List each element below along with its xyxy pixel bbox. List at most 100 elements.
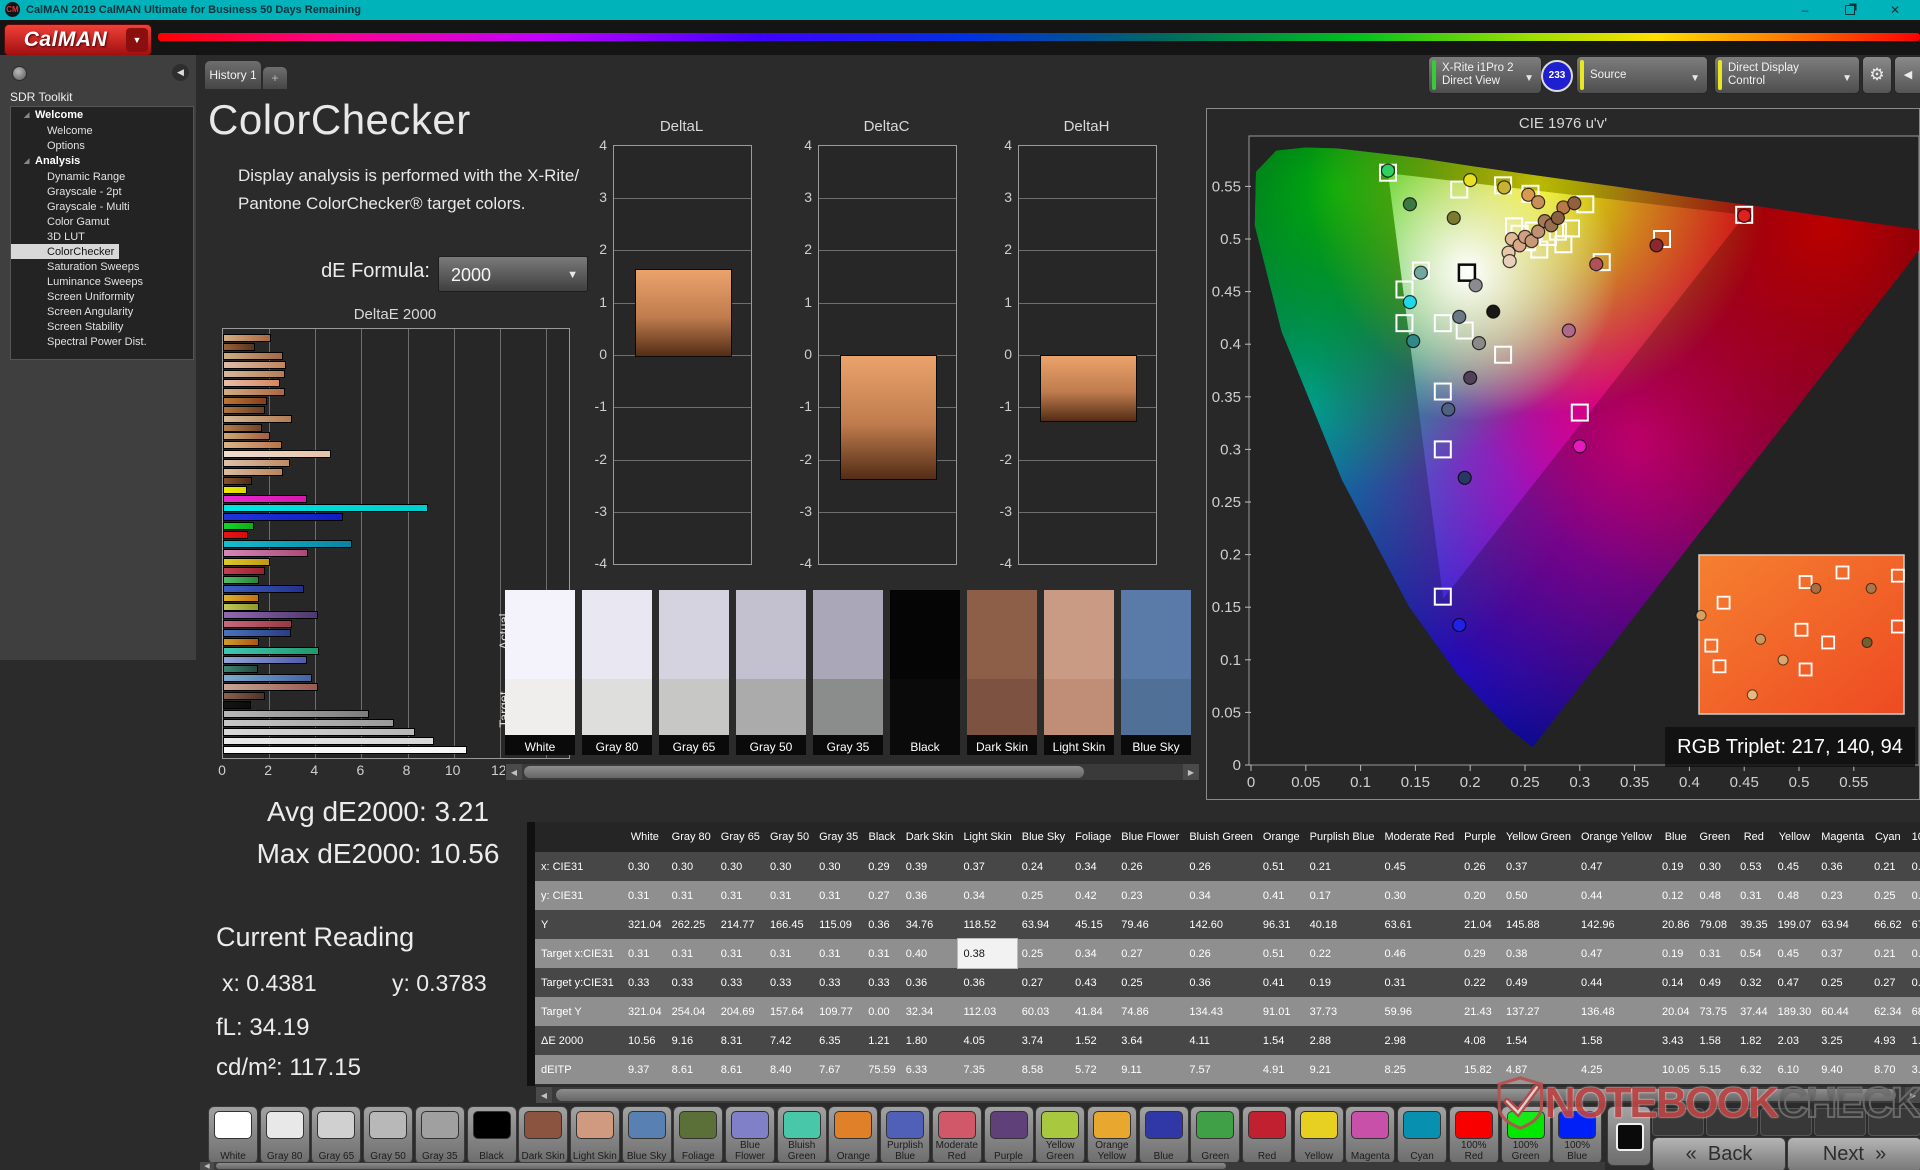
cie-diagram: 0 0.05 0.1 0.15 0.2 0.25 0.3 0.35 0.4 0.45 0.5 0.55… (1212, 135, 1919, 791)
patch-button-light-skin[interactable]: Light Skin (569, 1106, 620, 1164)
sidebar-item-screen-angularity[interactable]: Screen Angularity (11, 304, 193, 319)
y-tick-label: 1 (599, 293, 607, 310)
tab-add-button[interactable]: + (262, 66, 288, 89)
swatch-black[interactable]: Black (890, 590, 960, 755)
sidebar-item-welcome[interactable]: Welcome (11, 123, 193, 138)
patch-button-orange-yellow[interactable]: Orange Yellow (1086, 1106, 1137, 1164)
sidebar-item-grayscale-multi[interactable]: Grayscale - Multi (11, 199, 193, 214)
patch-button-blue-sky[interactable]: Blue Sky (621, 1106, 672, 1164)
next-button[interactable]: Next » (1787, 1137, 1920, 1170)
close-button[interactable]: ✕ (1880, 0, 1910, 20)
patch-button-dark-skin[interactable]: Dark Skin (518, 1106, 569, 1164)
sidebar-item-saturation-sweeps[interactable]: Saturation Sweeps (11, 259, 193, 274)
swatch-blue-sky[interactable]: Blue Sky (1121, 590, 1191, 755)
read-control-button-2[interactable] (1706, 1108, 1758, 1136)
cell-light-skin-r6: 4.05 (958, 1026, 1017, 1055)
sidebar-radio-button[interactable] (12, 66, 27, 81)
scrollbar-thumb[interactable] (524, 766, 1084, 778)
patch-button-gray-35[interactable]: Gray 35 (414, 1106, 465, 1164)
sidebar-item-colorchecker[interactable]: ColorChecker (11, 244, 119, 259)
read-control-button-3[interactable] (1760, 1108, 1812, 1136)
patch-button-magenta[interactable]: Magenta (1345, 1106, 1396, 1164)
restore-button[interactable] (1835, 0, 1865, 20)
swatch-white[interactable]: White (505, 590, 575, 755)
calman-logo-button[interactable]: CalMAN ▼ (4, 24, 152, 56)
patch-chip (1196, 1111, 1235, 1139)
scrollbar-thumb[interactable] (556, 1089, 1896, 1101)
patch-chip (782, 1111, 821, 1139)
patch-button-red[interactable]: Red (1242, 1106, 1292, 1164)
patch-button-blue-flower[interactable]: Blue Flower (725, 1106, 775, 1164)
de-formula-select[interactable]: 2000 ▼ (438, 256, 588, 292)
read-control-button-1[interactable] (1652, 1108, 1704, 1136)
swatch-actual (582, 590, 652, 679)
patch-button-gray-80[interactable]: Gray 80 (259, 1106, 310, 1164)
scroll-left-icon[interactable]: ◀ (536, 1087, 552, 1103)
display-control-dropdown[interactable]: Direct Display Control ▼ (1714, 56, 1860, 94)
patch-button-blue[interactable]: Blue (1138, 1106, 1189, 1164)
sidebar-item-3d-lut[interactable]: 3D LUT (11, 229, 193, 244)
patch-button-100-red[interactable]: 100% Red (1448, 1106, 1499, 1164)
swatch-gray-65[interactable]: Gray 65 (659, 590, 729, 755)
scroll-right-icon[interactable]: ▶ (1905, 1087, 1920, 1103)
cell-purple-r1: 0.20 (1459, 881, 1501, 910)
sidebar-item-dynamic-range[interactable]: Dynamic Range (11, 169, 193, 184)
swatch-dark-skin[interactable]: Dark Skin (967, 590, 1037, 755)
patch-button-cyan[interactable]: Cyan (1397, 1106, 1448, 1164)
sidebar-group-welcome[interactable]: ◢ Welcome (11, 107, 193, 123)
patch-button-black[interactable]: Black (466, 1106, 517, 1164)
sidebar-group-analysis[interactable]: ◢ Analysis (11, 153, 193, 169)
sidebar-item-options[interactable]: Options (11, 138, 193, 153)
sidebar-item-luminance-sweeps[interactable]: Luminance Sweeps (11, 274, 193, 289)
patch-button-gray-65[interactable]: Gray 65 (311, 1106, 362, 1164)
settings-button[interactable]: ⚙ (1862, 56, 1892, 94)
patch-button-moderate-red[interactable]: Moderate Red (931, 1106, 982, 1164)
sidebar-item-screen-uniformity[interactable]: Screen Uniformity (11, 289, 193, 304)
patch-button-orange[interactable]: Orange (828, 1106, 879, 1164)
sidebar-collapse-button[interactable]: ◀ (172, 64, 189, 81)
back-button[interactable]: « Back (1652, 1137, 1786, 1170)
scroll-left-icon[interactable]: ◀ (506, 764, 522, 780)
sidebar-item-screen-stability[interactable]: Screen Stability (11, 319, 193, 334)
patch-button-white[interactable]: White (208, 1106, 258, 1164)
patch-button-green[interactable]: Green (1190, 1106, 1241, 1164)
patch-button-purplish-blue[interactable]: Purplish Blue (880, 1106, 931, 1164)
swatch-gray-50[interactable]: Gray 50 (736, 590, 806, 755)
scroll-left-icon[interactable]: ◀ (200, 1162, 214, 1170)
panel-collapse-button[interactable]: ◀ (1894, 56, 1920, 94)
cell-magenta-r5: 60.44 (1816, 997, 1870, 1026)
patch-button-gray-50[interactable]: Gray 50 (363, 1106, 414, 1164)
minimize-button[interactable]: – (1790, 0, 1820, 20)
swatch-gray-80[interactable]: Gray 80 (582, 590, 652, 755)
read-control-button-4[interactable] (1814, 1108, 1866, 1136)
patch-button-yellow[interactable]: Yellow (1293, 1106, 1344, 1164)
deltae-bar-4 (223, 369, 286, 378)
toolkit-label: SDR Toolkit (10, 90, 73, 104)
patch-button-purple[interactable]: Purple (983, 1106, 1034, 1164)
table-scrollbar[interactable]: ◀ ▶ (535, 1086, 1920, 1104)
swatch-gray-35[interactable]: Gray 35 (813, 590, 883, 755)
cell-red-r4: 0.32 (1735, 968, 1773, 997)
patch-button-100-blue[interactable]: 100% Blue (1552, 1106, 1603, 1164)
patch-button-yellow-green[interactable]: Yellow Green (1035, 1106, 1086, 1164)
read-control-button-5[interactable] (1868, 1108, 1920, 1136)
current-reading-heading: Current Reading (216, 922, 415, 952)
source-dropdown[interactable]: Source ▼ (1576, 56, 1708, 94)
tab-history-1[interactable]: History 1 (204, 60, 262, 89)
deltae-bar-20 (223, 513, 343, 521)
patch-button-foliage[interactable]: Foliage (673, 1106, 724, 1164)
swatch-light-skin[interactable]: Light Skin (1044, 590, 1114, 755)
col-header-purple: Purple (1459, 822, 1501, 852)
scrollbar-thumb[interactable] (216, 1163, 1226, 1169)
sidebar-item-color-gamut[interactable]: Color Gamut (11, 214, 193, 229)
swatch-strip-scrollbar[interactable]: ◀ ▶ (505, 763, 1200, 781)
scroll-right-icon[interactable]: ▶ (1183, 764, 1199, 780)
patch-bar-scrollbar[interactable]: ◀ (200, 1162, 1605, 1170)
sidebar-item-grayscale-2pt[interactable]: Grayscale - 2pt (11, 184, 193, 199)
meter-dropdown[interactable]: X-Rite i1Pro 2 Direct View ▼ (1428, 56, 1542, 94)
pattern-window-button[interactable] (1607, 1106, 1651, 1166)
patch-button-100-green[interactable]: 100% Green (1500, 1106, 1551, 1164)
patch-button-bluish-green[interactable]: Bluish Green (776, 1106, 827, 1164)
deltae-bar-41 (223, 700, 251, 709)
sidebar-item-spectral-power-dist-[interactable]: Spectral Power Dist. (11, 334, 193, 349)
